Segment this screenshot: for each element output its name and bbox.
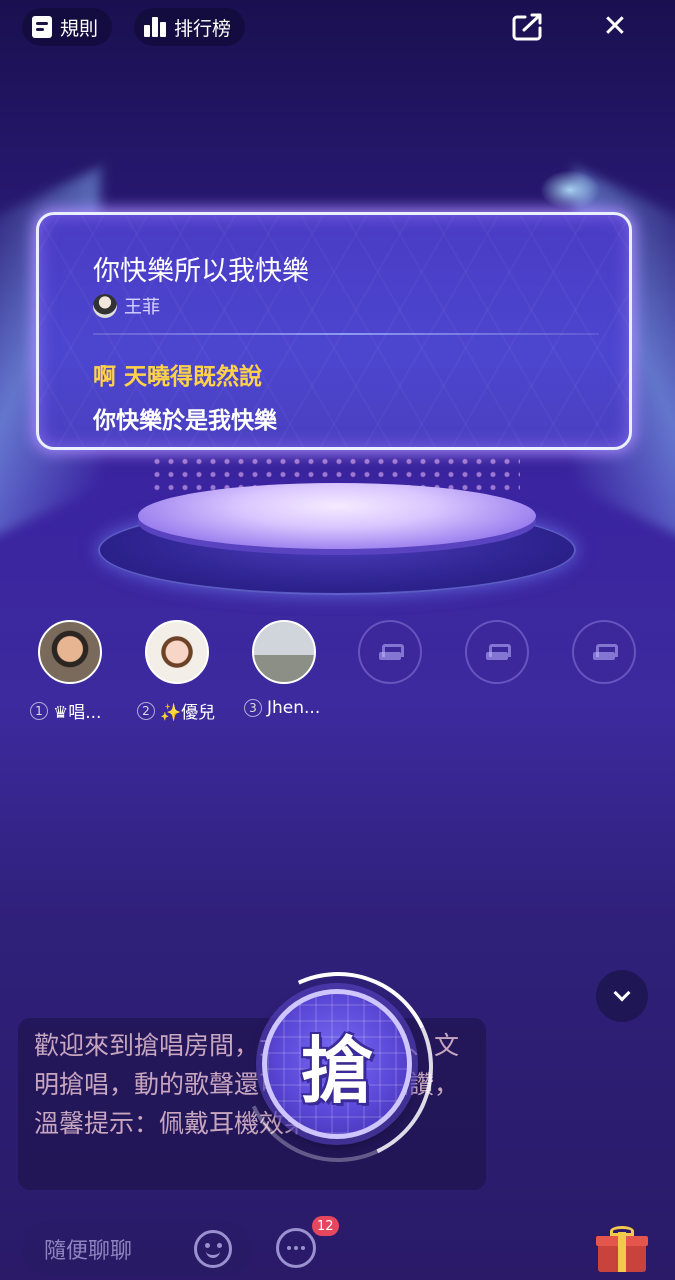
chat-placeholder: 隨便聊聊 — [44, 1239, 133, 1264]
seat-3-label: 3 Jhen... — [244, 698, 320, 718]
sofa-icon — [593, 644, 618, 660]
sofa-icon — [486, 644, 511, 660]
lyrics-card: 你快樂所以我快樂 王菲 啊 天曉得既然說 你快樂於是我快樂 — [36, 212, 632, 450]
emoji-icon[interactable] — [194, 1230, 232, 1268]
message-count-badge: 12 — [312, 1216, 339, 1236]
empty-seat-5[interactable] — [465, 620, 529, 684]
grab-button[interactable]: 搶 — [262, 989, 412, 1139]
empty-seat-6[interactable] — [572, 620, 636, 684]
current-lyric-line: 啊 天曉得既然說 — [93, 364, 263, 390]
message-icon[interactable] — [276, 1228, 316, 1268]
leaderboard-button[interactable]: 排行榜 — [134, 8, 246, 46]
song-title: 你快樂所以我快樂 — [93, 256, 309, 287]
stage-platform — [138, 483, 536, 549]
artist-row: 王菲 — [93, 293, 160, 319]
divider — [93, 333, 599, 335]
collapse-chevron-button[interactable] — [596, 970, 648, 1022]
seat-2-avatar[interactable] — [145, 620, 209, 684]
seat-user-name: ♛唱... — [53, 703, 102, 723]
rank-label: 排行榜 — [174, 17, 232, 40]
artist-avatar — [93, 294, 117, 318]
rank-icon — [144, 17, 166, 37]
next-lyric-line: 你快樂於是我快樂 — [93, 408, 277, 434]
seat-3-avatar[interactable] — [252, 620, 316, 684]
sofa-icon — [379, 644, 404, 660]
seat-number: 2 — [137, 701, 155, 720]
rules-label: 規則 — [60, 17, 99, 40]
gift-icon[interactable] — [596, 1226, 648, 1272]
seat-1-label: 1 ♛唱... — [30, 698, 101, 723]
seat-number: 3 — [244, 699, 262, 717]
close-icon[interactable]: ✕ — [598, 12, 632, 42]
seat-user-name: Jhen... — [267, 698, 321, 718]
seat-user-name: ✨優兒 — [160, 703, 216, 723]
artist-name: 王菲 — [124, 297, 160, 318]
empty-seat-4[interactable] — [358, 620, 422, 684]
seat-1-avatar[interactable] — [38, 620, 102, 684]
seat-number: 1 — [30, 701, 48, 720]
chevron-down-icon — [613, 984, 631, 1002]
seat-2-label: 2 ✨優兒 — [137, 698, 215, 723]
rules-button[interactable]: 規則 — [22, 8, 113, 46]
rules-icon — [32, 16, 52, 38]
lens-flare — [540, 170, 600, 210]
grab-label: 搶 — [300, 1028, 373, 1113]
share-icon[interactable] — [511, 12, 545, 42]
